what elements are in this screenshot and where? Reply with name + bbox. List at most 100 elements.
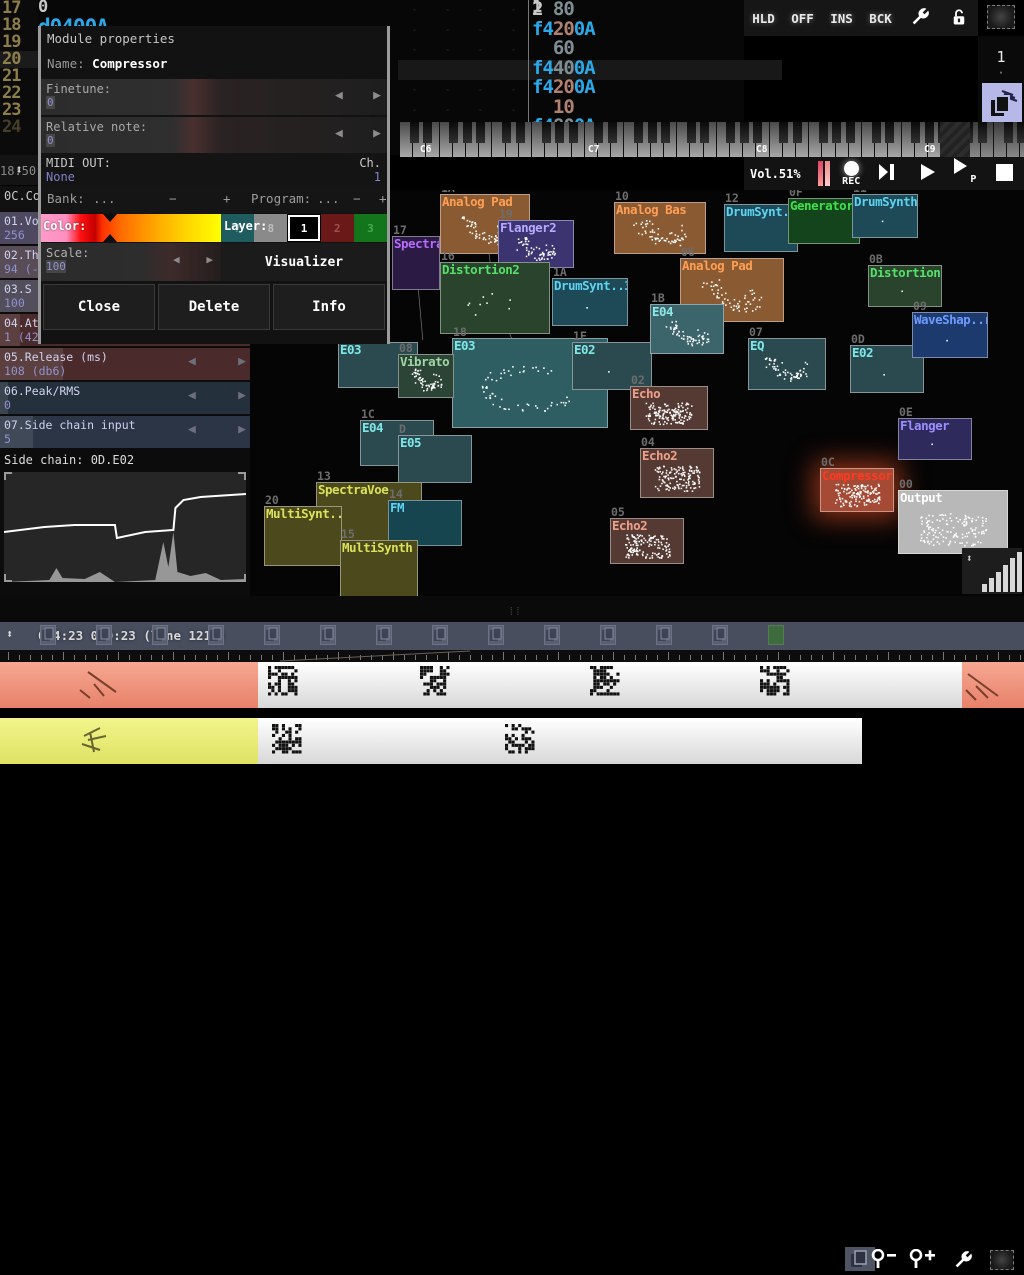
- module-echo2[interactable]: Echo2: [610, 518, 684, 564]
- module-drumsynth[interactable]: DrumSynth: [852, 194, 918, 238]
- piano-keyboard[interactable]: C6C7C8C9: [400, 122, 1024, 157]
- piano-key-sharp[interactable]: [542, 122, 551, 143]
- piano-key-sharp[interactable]: [648, 122, 657, 143]
- piano-key-sharp[interactable]: [740, 122, 749, 143]
- zoom-in-icon[interactable]: [908, 1249, 940, 1273]
- play-icon[interactable]: [909, 163, 947, 184]
- timeline-header[interactable]: ⬍ 004:23 000:23 (line 1211): [0, 622, 1024, 650]
- transport-bar[interactable]: Vol.51% REC P: [744, 157, 1024, 190]
- piano-key-sharp[interactable]: [634, 122, 643, 143]
- module-vibrato[interactable]: Vibrato: [398, 354, 454, 398]
- scale-visualizer-row[interactable]: Scale: 100 ◀ ▶ Visualizer: [41, 243, 387, 281]
- controller-increment[interactable]: ▶: [238, 389, 246, 403]
- relative-note-decrement[interactable]: ◀: [335, 126, 343, 141]
- name-value[interactable]: Compressor: [92, 56, 167, 71]
- piano-key-sharp[interactable]: [594, 122, 603, 143]
- module-multisynth[interactable]: MultiSynth: [340, 540, 418, 596]
- module-compressor[interactable]: Compressor: [820, 468, 894, 512]
- piano-key-sharp[interactable]: [1004, 122, 1013, 143]
- play-project-icon[interactable]: P: [947, 157, 985, 191]
- stop-icon[interactable]: [986, 164, 1024, 184]
- timeline-slot[interactable]: [488, 625, 504, 645]
- piano-key-sharp[interactable]: [687, 122, 696, 143]
- info-button[interactable]: Info: [273, 284, 385, 330]
- module-flanger2[interactable]: Flanger2: [498, 220, 574, 268]
- timeline-slot[interactable]: [152, 625, 168, 645]
- timeline-slot[interactable]: [264, 625, 280, 645]
- program-increment[interactable]: +: [379, 191, 387, 206]
- top-toolbar[interactable]: HLD OFF INS BCK: [744, 0, 978, 36]
- controller-row[interactable]: 07.Side chain input5◀▶: [0, 416, 250, 448]
- dialog-buttons[interactable]: Close Delete Info: [41, 281, 387, 333]
- controller-decrement[interactable]: ◀: [188, 355, 196, 369]
- timeline-slot[interactable]: [40, 625, 56, 645]
- delete-button[interactable]: Delete: [158, 284, 270, 330]
- controller-row[interactable]: 06.Peak/RMS0◀▶: [0, 382, 250, 414]
- piano-key-sharp[interactable]: [608, 122, 617, 143]
- piano-key-sharp[interactable]: [753, 122, 762, 143]
- module-distortion2[interactable]: Distortion2: [440, 262, 550, 334]
- piano-key-sharp[interactable]: [555, 122, 564, 143]
- piano-key-sharp[interactable]: [846, 122, 855, 143]
- wrench-icon[interactable]: [950, 1249, 976, 1275]
- color-layer-row[interactable]: Color: Layer: 7 8 1 2 3: [41, 214, 387, 242]
- selection-icon[interactable]: [990, 1247, 1014, 1273]
- piano-key-sharp[interactable]: [502, 122, 511, 143]
- timeline-slot[interactable]: [544, 625, 560, 645]
- pattern-row[interactable]: f4200A: [532, 78, 662, 98]
- module-spectravoe[interactable]: SpectraVoe: [392, 236, 440, 290]
- finetune-row[interactable]: Finetune: 0 ◀ ▶: [41, 79, 387, 115]
- layer-selector[interactable]: Layer: 7 8 1 2 3: [221, 214, 387, 242]
- piano-key-sharp[interactable]: [700, 122, 709, 143]
- layer-option-3[interactable]: 3: [354, 214, 387, 242]
- module-generator[interactable]: Generator: [788, 198, 860, 244]
- piano-key-sharp[interactable]: [978, 122, 987, 143]
- finetune-decrement[interactable]: ◀: [335, 88, 343, 103]
- controller-increment[interactable]: ▶: [238, 423, 246, 437]
- relative-note-increment[interactable]: ▶: [373, 126, 381, 141]
- bank-program-row[interactable]: Bank: ... − + Program: ... − +: [41, 187, 387, 213]
- controller-row[interactable]: 05.Release (ms)108 (db6)◀▶: [0, 348, 250, 380]
- close-button[interactable]: Close: [43, 284, 155, 330]
- selection-icon[interactable]: [982, 2, 1020, 34]
- piano-key-sharp[interactable]: [925, 122, 934, 143]
- bank-decrement[interactable]: −: [169, 191, 177, 206]
- timeline-slot[interactable]: [208, 625, 224, 645]
- piano-key-sharp[interactable]: [872, 122, 881, 143]
- piano-key-sharp[interactable]: [410, 122, 419, 143]
- wrench-icon[interactable]: [900, 6, 939, 31]
- piano-key-sharp[interactable]: [793, 122, 802, 143]
- timeline-slot[interactable]: [600, 625, 616, 645]
- midi-out-value[interactable]: None: [46, 170, 382, 184]
- piano-key-sharp[interactable]: [779, 122, 788, 143]
- piano-key-sharp[interactable]: [476, 122, 485, 143]
- piano-key-sharp[interactable]: [832, 122, 841, 143]
- module-drumsynt-3[interactable]: DrumSynt..3: [552, 278, 628, 326]
- timeline-slot-active[interactable]: [768, 625, 784, 645]
- timeline-slot[interactable]: [432, 625, 448, 645]
- module-e05[interactable]: E05: [398, 435, 472, 483]
- zoom-out-icon[interactable]: [870, 1249, 900, 1273]
- module-multisynt-2[interactable]: MultiSynt..2: [264, 506, 342, 566]
- controller-increment[interactable]: ▶: [238, 355, 246, 369]
- midi-channel[interactable]: Ch. 1: [359, 156, 381, 184]
- module-output[interactable]: Output: [898, 490, 1008, 554]
- timeline-scroll-spinner[interactable]: ⬍: [6, 627, 13, 641]
- module-distortion[interactable]: Distortion: [868, 265, 942, 307]
- insert-button[interactable]: INS: [822, 11, 861, 26]
- timeline-slot[interactable]: [320, 625, 336, 645]
- scale-increment[interactable]: ▶: [206, 253, 213, 266]
- lock-open-icon[interactable]: [939, 6, 978, 31]
- piano-key-sharp[interactable]: [423, 122, 432, 143]
- duplicate-icon[interactable]: [982, 83, 1022, 124]
- piano-key-sharp[interactable]: [661, 122, 670, 143]
- module-properties-dialog[interactable]: Module properties Name: Compressor Finet…: [38, 26, 390, 344]
- module-echo2[interactable]: Echo2: [640, 448, 714, 498]
- note-off-button[interactable]: OFF: [783, 11, 822, 26]
- module-name-row[interactable]: Name: Compressor: [41, 48, 387, 77]
- piano-key-sharp[interactable]: [911, 122, 920, 143]
- record-button[interactable]: REC: [832, 161, 870, 187]
- scale-decrement[interactable]: ◀: [173, 253, 180, 266]
- piano-key-sharp[interactable]: [516, 122, 525, 143]
- finetune-increment[interactable]: ▶: [373, 88, 381, 103]
